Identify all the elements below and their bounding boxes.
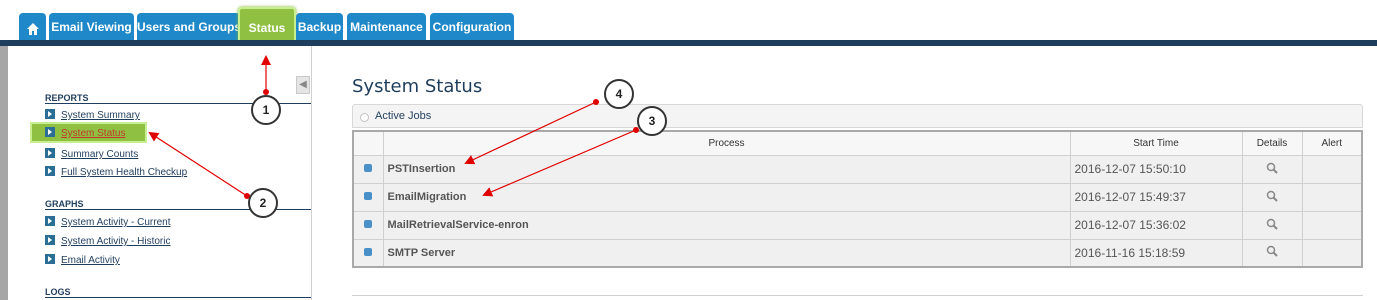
database-icon (364, 192, 373, 200)
process-name: PSTInsertion (382, 154, 1071, 184)
magnifier-icon[interactable] (1266, 162, 1278, 174)
active-jobs-label: Active Jobs (375, 110, 432, 122)
graphs-heading: GRAPHS (45, 199, 84, 209)
callout-2: 2 (248, 188, 278, 218)
alert-cell (1301, 238, 1363, 268)
start-time: 2016-12-07 15:49:37 (1069, 182, 1243, 212)
table-header-row: Process Start Time Details Alert (352, 130, 1363, 156)
process-name: EmailMigration (382, 182, 1071, 212)
sidebar-item-full-system-health-checkup[interactable]: Full System Health Checkup (45, 166, 187, 180)
database-icon (364, 220, 373, 228)
magnifier-icon[interactable] (1266, 218, 1278, 230)
tab-backup[interactable]: Backup (296, 13, 343, 41)
callout-3: 3 (637, 106, 667, 136)
col-icon (352, 130, 384, 156)
callout-4: 4 (604, 79, 634, 109)
table-row: MailRetrievalService-enron 2016-12-07 15… (352, 210, 1363, 240)
col-alert[interactable]: Alert (1301, 130, 1363, 156)
arrow-icon (45, 235, 55, 245)
sidebar-item-system-activity-historic[interactable]: System Activity - Historic (45, 235, 170, 249)
arrow-icon (45, 216, 55, 226)
sidebar-item-system-status[interactable]: System Status (30, 122, 147, 143)
tab-maintenance[interactable]: Maintenance (347, 13, 426, 41)
page-title: System Status (352, 76, 483, 97)
table-row: EmailMigration 2016-12-07 15:49:37 (352, 182, 1363, 212)
process-name: SMTP Server (382, 238, 1071, 268)
alert-cell (1301, 154, 1363, 184)
arrow-icon (45, 254, 55, 264)
process-name: MailRetrievalService-enron (382, 210, 1071, 240)
magnifier-icon[interactable] (1266, 245, 1278, 257)
database-icon (364, 164, 373, 172)
sidebar-item-summary-counts[interactable]: Summary Counts (45, 148, 138, 162)
panel-radio-icon (360, 113, 369, 122)
start-time: 2016-12-07 15:36:02 (1069, 210, 1243, 240)
sidebar-item-system-summary[interactable]: System Summary (45, 109, 140, 123)
col-process[interactable]: Process (382, 130, 1071, 156)
arrow-icon (45, 127, 55, 137)
tab-users-and-groups[interactable]: Users and Groups (137, 13, 241, 41)
col-start-time[interactable]: Start Time (1069, 130, 1243, 156)
home-tab[interactable] (19, 13, 46, 41)
start-time: 2016-12-07 15:50:10 (1069, 154, 1243, 184)
collapse-sidebar-button[interactable]: ◀ (296, 76, 310, 94)
magnifier-icon[interactable] (1266, 190, 1278, 202)
logs-divider (45, 297, 311, 298)
logs-heading: LOGS (45, 287, 71, 297)
callout-1: 1 (251, 95, 281, 125)
alert-cell (1301, 182, 1363, 212)
reports-heading: REPORTS (45, 93, 89, 103)
active-jobs-header[interactable]: Active Jobs (352, 104, 1363, 128)
lower-panel-edge (352, 295, 1363, 300)
alert-cell (1301, 210, 1363, 240)
table-row: SMTP Server 2016-11-16 15:18:59 (352, 238, 1363, 268)
tab-email-viewing[interactable]: Email Viewing (49, 13, 134, 41)
arrow-icon (45, 109, 55, 119)
arrow-icon (45, 148, 55, 158)
arrow-icon (45, 166, 55, 176)
col-details[interactable]: Details (1241, 130, 1303, 156)
home-icon (26, 23, 39, 35)
database-icon (364, 247, 373, 256)
sidebar-edge (0, 46, 8, 300)
sidebar-item-system-activity-current[interactable]: System Activity - Current (45, 216, 170, 230)
active-jobs-table: Process Start Time Details Alert PSTInse… (352, 130, 1363, 268)
start-time: 2016-11-16 15:18:59 (1069, 238, 1243, 268)
tab-configuration[interactable]: Configuration (430, 13, 514, 41)
active-jobs-panel: Active Jobs Process Start Time Details A… (352, 104, 1363, 270)
table-row: PSTInsertion 2016-12-07 15:50:10 (352, 154, 1363, 184)
sidebar-item-email-activity[interactable]: Email Activity (45, 254, 120, 268)
